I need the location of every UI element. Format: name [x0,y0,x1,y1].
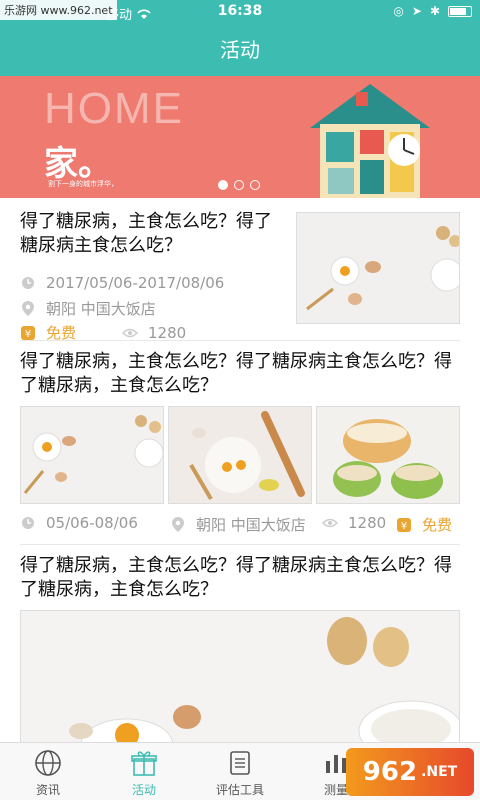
activity-card[interactable]: 得了糖尿病，主食怎么吃？得了糖尿病主食怎么吃？得了糖尿病，主食怎么吃？ [20,554,460,742]
activity-date: 2017/05/06-2017/08/06 [46,274,225,292]
lock-rotation-icon: ◎ [393,4,404,18]
activity-title: 得了糖尿病，主食怎么吃？得了糖尿病主食怎么吃？得了糖尿病，主食怎么吃？ [20,555,452,600]
clock-icon [20,275,36,291]
yuan-icon: ¥ [20,325,36,341]
activity-location: 朝阳 中国大饭店 [46,300,156,318]
activity-date: 05/06-08/06 [46,514,138,532]
tab-assessment-tools[interactable]: 评估工具 [192,743,288,800]
page-title: 活动 [0,24,480,76]
bluetooth-icon: ✱ [429,4,440,18]
status-bar: 移动 16:38 ◎ ➤ ✱ 乐游网 www.962.net [0,0,480,24]
activity-photo[interactable] [168,406,312,504]
clock-icon [20,515,36,531]
location-arrow-icon: ➤ [411,4,422,18]
eggs-flour-photo [21,611,459,742]
activity-title: 得了糖尿病，主食怎么吃？得了糖尿病主食怎么吃？ [20,211,272,256]
activity-views: 1280 [348,514,387,532]
watermark-logo: 962 .NET [346,748,474,796]
banner-carousel[interactable]: HOME 家。 割下一身的城市浮华， [0,76,480,198]
carousel-dots [218,180,260,190]
activity-location: 朝阳 中国大饭店 [196,516,306,534]
eye-icon [122,325,139,341]
pastry-photo [317,407,459,503]
divider [20,544,460,545]
watermark-suffix: .NET [421,764,458,780]
tab-label: 测量 [323,783,348,797]
svg-text:¥: ¥ [25,329,31,340]
globe-icon [35,750,61,776]
activity-card[interactable]: 得了糖尿病，主食怎么吃？得了糖尿病主食怎么吃？得了糖尿病，主食怎么吃？ [20,350,460,534]
gift-icon [131,751,157,776]
activity-title: 得了糖尿病，主食怎么吃？得了糖尿病主食怎么吃？得了糖尿病，主食怎么吃？ [20,351,452,396]
watermark-number: 962 [362,757,418,787]
activity-photo[interactable] [316,406,460,504]
banner-caption: 割下一身的城市浮华， [48,180,118,188]
carousel-dot[interactable] [250,180,260,190]
list-icon [230,751,250,775]
banner-home-text: HOME [44,84,184,133]
tab-label: 资讯 [35,783,60,797]
yuan-icon: ¥ [396,517,412,533]
location-pin-icon [170,517,186,533]
tab-label: 评估工具 [215,783,264,797]
activity-feed[interactable]: 得了糖尿病，主食怎么吃？得了糖尿病主食怎么吃？ 2017/05/06-2017/… [0,198,480,742]
tab-label: 活动 [131,783,156,797]
activity-views-row: 1280 [322,514,386,532]
svg-text:¥: ¥ [401,521,407,532]
activity-photo-large[interactable] [20,610,460,742]
banner-jia-text: 家。 [44,144,112,184]
activity-location-row: 朝阳 中国大饭店 [170,514,306,535]
baking-photo [169,407,311,503]
house-illustration [310,84,430,198]
location-pin-icon [20,301,36,317]
activity-location-row: 朝阳 中国大饭店 [20,298,156,319]
activity-card[interactable]: 得了糖尿病，主食怎么吃？得了糖尿病主食怎么吃？ 2017/05/06-2017/… [20,210,460,342]
battery-icon [448,5,472,17]
carousel-dot[interactable] [218,180,228,190]
activity-photo[interactable] [20,406,164,504]
eye-icon [322,515,338,531]
carousel-dot[interactable] [234,180,244,190]
activity-price: 免费 [422,516,453,534]
status-right: ◎ ➤ ✱ [393,4,472,18]
divider [20,340,460,341]
activity-views: 1280 [148,323,187,342]
activity-price-row: ¥ 免费 [396,514,452,535]
eggs-flour-photo [297,213,459,323]
activity-date-row: 2017/05/06-2017/08/06 [20,274,224,292]
tab-activity[interactable]: 活动 [96,743,192,800]
activity-thumbnail[interactable] [296,212,460,324]
tab-news[interactable]: 资讯 [0,743,96,800]
activity-date-row: 05/06-08/06 [20,514,138,532]
watermark-top-left: 乐游网 www.962.net [0,0,117,20]
eggs-flour-photo [21,407,163,503]
